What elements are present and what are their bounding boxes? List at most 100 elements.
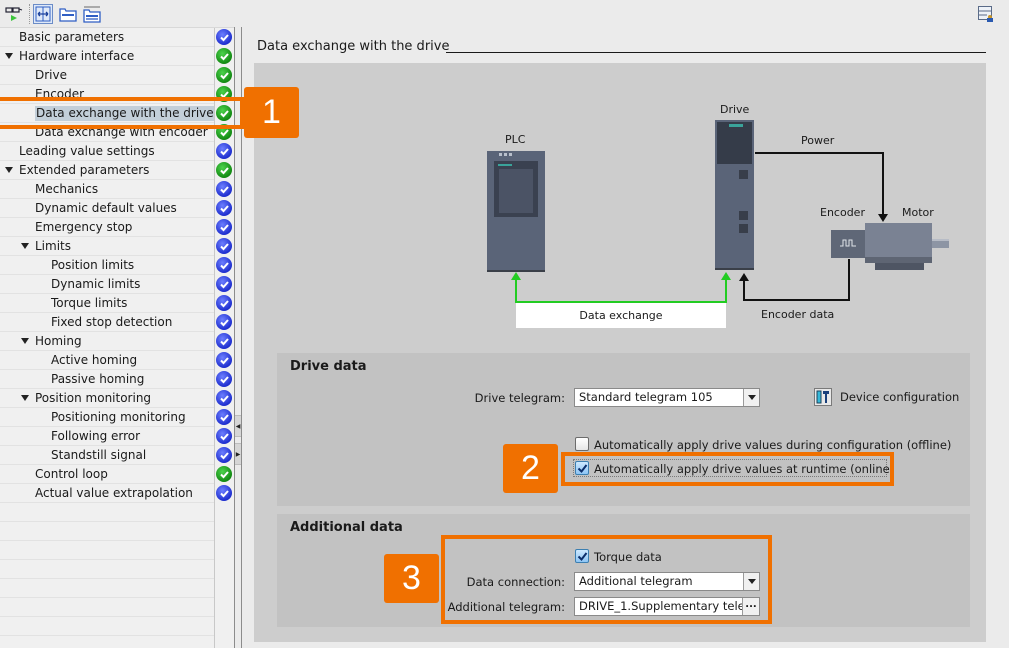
split-view-icon[interactable] bbox=[33, 4, 53, 24]
status-ok-blue-icon bbox=[216, 219, 232, 235]
status-ok-green-icon bbox=[216, 48, 232, 64]
drive-telegram-dropdown[interactable]: Standard telegram 105 bbox=[574, 388, 760, 407]
status-ok-blue-icon bbox=[216, 143, 232, 159]
device-configuration-link[interactable]: Device configuration bbox=[814, 388, 959, 406]
tree-item[interactable]: Leading value settings bbox=[0, 142, 214, 161]
tree-item-label: Dynamic limits bbox=[51, 277, 141, 291]
motor-device bbox=[865, 223, 932, 270]
plc-device bbox=[487, 151, 545, 272]
chevron-down-icon[interactable] bbox=[743, 389, 759, 406]
collapse-left-button[interactable]: ◀ bbox=[235, 415, 241, 437]
data-exchange-arrow-plc bbox=[511, 272, 521, 280]
toolbar-separator bbox=[29, 4, 30, 24]
tree-item-label: Positioning monitoring bbox=[51, 410, 186, 424]
tree-item-label: Mechanics bbox=[35, 182, 99, 196]
tree-item[interactable]: Extended parameters bbox=[0, 161, 214, 180]
expand-triangle-icon[interactable] bbox=[5, 53, 13, 59]
power-line bbox=[755, 152, 883, 154]
tree-item[interactable]: Drive bbox=[0, 66, 214, 85]
data-exchange-label: Data exchange bbox=[516, 303, 726, 328]
tree-item[interactable]: Mechanics bbox=[0, 180, 214, 199]
tree-item-label: Hardware interface bbox=[19, 49, 135, 63]
empty-tree-row bbox=[0, 503, 214, 522]
tree-item-label: Torque limits bbox=[51, 296, 128, 310]
panel-settings-icon[interactable] bbox=[978, 6, 994, 22]
tree-item[interactable]: Following error bbox=[0, 427, 214, 446]
empty-tree-row bbox=[0, 541, 214, 560]
offline-apply-checkbox[interactable] bbox=[575, 437, 589, 451]
tree-item[interactable]: Dynamic limits bbox=[0, 275, 214, 294]
tree-item-label: Standstill signal bbox=[51, 448, 147, 462]
status-ok-blue-icon bbox=[216, 447, 232, 463]
tree-item[interactable]: Position limits bbox=[0, 256, 214, 275]
status-ok-blue-icon bbox=[216, 390, 232, 406]
empty-tree-row bbox=[0, 560, 214, 579]
tree-item[interactable]: Active homing bbox=[0, 351, 214, 370]
tree-item[interactable]: Standstill signal bbox=[0, 446, 214, 465]
callout-frame-2 bbox=[561, 452, 894, 486]
tree-item[interactable]: Positioning monitoring bbox=[0, 408, 214, 427]
tree-item-label: Basic parameters bbox=[19, 30, 125, 44]
status-ok-blue-icon bbox=[216, 276, 232, 292]
tree-toolbar bbox=[0, 0, 240, 28]
tree-item[interactable]: Fixed stop detection bbox=[0, 313, 214, 332]
tree-item-label: Active homing bbox=[51, 353, 138, 367]
tree-item-label: Control loop bbox=[35, 467, 108, 481]
tree-item-label: Limits bbox=[35, 239, 71, 253]
callout-badge-3: 3 bbox=[384, 554, 439, 603]
data-exchange-line-right bbox=[725, 279, 727, 302]
topology-diagram: PLC Drive Power Encoder Motor Encoder da… bbox=[254, 63, 986, 343]
encoder-device bbox=[831, 230, 865, 258]
expand-right-button[interactable]: ▶ bbox=[235, 443, 241, 465]
tree-item[interactable]: Basic parameters bbox=[0, 28, 214, 47]
status-ok-blue-icon bbox=[216, 485, 232, 501]
expand-triangle-icon[interactable] bbox=[21, 243, 29, 249]
drive-telegram-value: Standard telegram 105 bbox=[579, 390, 713, 404]
drive-label: Drive bbox=[720, 103, 750, 116]
status-ok-blue-icon bbox=[216, 371, 232, 387]
tree-item[interactable]: Actual value extrapolation bbox=[0, 484, 214, 503]
tree-item-label: Leading value settings bbox=[19, 144, 155, 158]
tree-item[interactable]: Homing bbox=[0, 332, 214, 351]
status-ok-blue-icon bbox=[216, 314, 232, 330]
callout-frame-1 bbox=[0, 97, 244, 129]
view-options-icon[interactable] bbox=[4, 4, 24, 24]
status-ok-green-icon bbox=[216, 466, 232, 482]
power-arrow bbox=[878, 214, 888, 222]
collapse-folder-icon[interactable] bbox=[58, 4, 78, 24]
app-root: Basic parameters Hardware interface Drive E… bbox=[0, 0, 1009, 648]
tree-item-label: Position limits bbox=[51, 258, 135, 272]
data-exchange-arrow-drive bbox=[721, 272, 731, 280]
empty-tree-row bbox=[0, 636, 214, 648]
encoder-label: Encoder bbox=[820, 206, 865, 219]
tree-item[interactable]: Control loop bbox=[0, 465, 214, 484]
status-ok-blue-icon bbox=[216, 29, 232, 45]
drive-telegram-label: Drive telegram: bbox=[474, 391, 565, 405]
motor-label: Motor bbox=[902, 206, 934, 219]
status-ok-green-icon bbox=[216, 162, 232, 178]
drive-device bbox=[715, 120, 754, 270]
expand-triangle-icon[interactable] bbox=[21, 338, 29, 344]
additional-data-title: Additional data bbox=[290, 520, 403, 535]
tree-item[interactable]: Emergency stop bbox=[0, 218, 214, 237]
tree-item-label: Emergency stop bbox=[35, 220, 133, 234]
motor-shaft bbox=[932, 239, 949, 248]
expand-triangle-icon[interactable] bbox=[5, 167, 13, 173]
status-ok-blue-icon bbox=[216, 200, 232, 216]
tree-item-label: Passive homing bbox=[51, 372, 145, 386]
tree-item-label: Homing bbox=[35, 334, 82, 348]
tree-item[interactable]: Passive homing bbox=[0, 370, 214, 389]
tree-item[interactable]: Position monitoring bbox=[0, 389, 214, 408]
expand-triangle-icon[interactable] bbox=[21, 395, 29, 401]
tree-item[interactable]: Limits bbox=[0, 237, 214, 256]
expand-folder-icon[interactable] bbox=[82, 4, 102, 24]
tree-item[interactable]: Hardware interface bbox=[0, 47, 214, 66]
tree-item[interactable]: Torque limits bbox=[0, 294, 214, 313]
power-label: Power bbox=[801, 134, 835, 147]
status-ok-blue-icon bbox=[216, 352, 232, 368]
power-line-down bbox=[882, 152, 884, 215]
empty-tree-row bbox=[0, 579, 214, 598]
empty-tree-row bbox=[0, 598, 214, 617]
tree-item[interactable]: Dynamic default values bbox=[0, 199, 214, 218]
status-ok-blue-icon bbox=[216, 181, 232, 197]
